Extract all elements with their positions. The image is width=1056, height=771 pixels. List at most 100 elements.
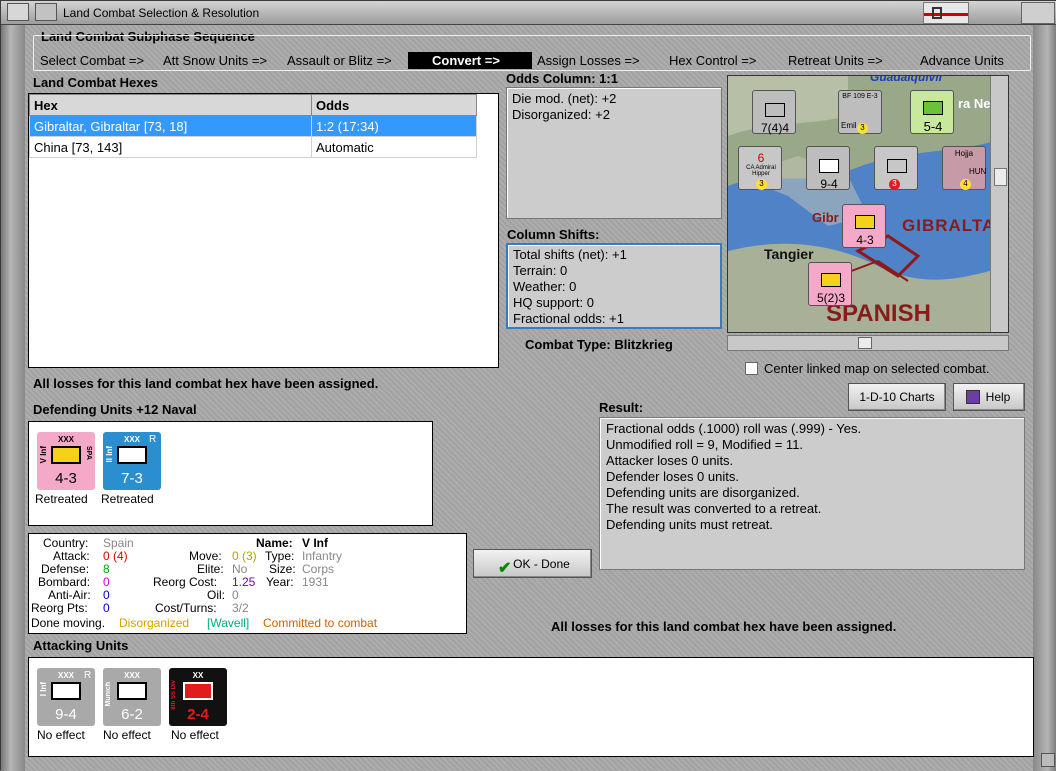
grid-icon[interactable] bbox=[7, 3, 29, 21]
result-line: Attacker loses 0 units. bbox=[606, 453, 734, 468]
col-hex[interactable]: Hex bbox=[29, 94, 312, 116]
shifts-title: Column Shifts: bbox=[507, 227, 600, 242]
sequence-bar: Select Combat => Att Snow Units => Assau… bbox=[33, 35, 1031, 71]
type-value: Infantry bbox=[302, 549, 343, 563]
map-counter-air[interactable]: BF 109 E-3 Emil 3 bbox=[838, 90, 882, 134]
infantry-icon bbox=[117, 446, 147, 464]
hexes-header: Hex Odds bbox=[29, 94, 477, 116]
map-counter[interactable]: 9-4 bbox=[806, 146, 850, 191]
defending-title: Defending Units +12 Naval bbox=[33, 402, 197, 417]
left-frame bbox=[1, 25, 25, 771]
map-counter-selected[interactable]: 4-3 bbox=[842, 204, 886, 248]
center-map-checkbox[interactable] bbox=[745, 362, 758, 375]
elite-value: No bbox=[232, 562, 248, 576]
infantry-icon bbox=[51, 682, 81, 700]
costturns-label: Cost/Turns: bbox=[155, 601, 217, 615]
attack-label: Attack: bbox=[53, 549, 90, 563]
result-title: Result: bbox=[599, 400, 644, 415]
hexes-list: Hex Odds Gibraltar, Gibraltar [73, 18] 1… bbox=[28, 93, 499, 368]
odds-box: Die mod. (net): +2 Disorganized: +2 bbox=[506, 87, 722, 219]
pin-icon[interactable] bbox=[35, 3, 57, 21]
size-value: Corps bbox=[302, 562, 335, 576]
costturns-value: 3/2 bbox=[232, 601, 249, 615]
step-retreat: Retreat Units => bbox=[788, 53, 883, 68]
map-counter[interactable]: 5(2)3 bbox=[808, 262, 852, 306]
map-counter[interactable]: 3 bbox=[874, 146, 918, 190]
shift-line: HQ support: 0 bbox=[513, 295, 594, 310]
shift-line: Fractional odds: +1 bbox=[513, 311, 624, 326]
odds-line: Die mod. (net): +2 bbox=[512, 91, 617, 106]
oil-label: Oil: bbox=[207, 588, 225, 602]
center-map-label: Center linked map on selected combat. bbox=[764, 361, 990, 376]
attacking-title: Attacking Units bbox=[33, 638, 129, 653]
help-button[interactable]: Help bbox=[953, 383, 1025, 411]
hex-row[interactable]: China [73, 143] Automatic bbox=[29, 136, 477, 158]
combat-window: Land Combat Selection & Resolution Land … bbox=[0, 0, 1056, 771]
defender-unit[interactable]: XXX V Inf SPA 4-3 bbox=[37, 432, 95, 490]
map-hscrollbar-track[interactable] bbox=[727, 335, 1009, 351]
map-counter[interactable]: 7(4)4 bbox=[752, 90, 796, 135]
oil-value: 0 bbox=[232, 588, 239, 602]
defender-status: Retreated bbox=[35, 492, 88, 506]
reorgcost-value: 1.25 bbox=[232, 575, 256, 589]
charts-button[interactable]: 1-D-10 Charts bbox=[848, 383, 946, 411]
infantry-icon bbox=[51, 446, 81, 464]
hex-row[interactable]: Gibraltar, Gibraltar [73, 18] 1:2 (17:34… bbox=[29, 115, 477, 137]
map-counter-naval[interactable]: 6 CA Admiral Hipper 3 bbox=[738, 146, 782, 190]
resize-grip-icon[interactable] bbox=[1041, 753, 1055, 767]
reorgpts-label: Reorg Pts: bbox=[31, 601, 88, 615]
german-flag-icon bbox=[923, 2, 969, 24]
map-vscroll-thumb[interactable] bbox=[994, 168, 1007, 186]
defender-status: Retreated bbox=[101, 492, 154, 506]
col-odds[interactable]: Odds bbox=[311, 94, 477, 116]
step-hex-control: Hex Control => bbox=[669, 53, 757, 68]
antiair-value: 0 bbox=[103, 588, 110, 602]
odds-cell: Automatic bbox=[311, 136, 477, 158]
map-counter-air[interactable]: Hojja HUN 4 bbox=[942, 146, 986, 190]
defender-unit[interactable]: XXX II Inf R 7-3 bbox=[103, 432, 161, 490]
status-disorganized: Disorganized bbox=[119, 616, 190, 630]
ok-done-button[interactable]: ✔ OK - Done bbox=[473, 549, 592, 578]
odds-title: Odds Column: 1:1 bbox=[506, 71, 618, 86]
right-frame bbox=[1033, 25, 1056, 771]
result-line: The result was converted to a retreat. bbox=[606, 501, 822, 516]
result-line: Fractional odds (.1000) roll was (.999) … bbox=[606, 421, 862, 436]
status-commander: [Wavell] bbox=[207, 616, 250, 630]
status-done-moving: Done moving. bbox=[31, 616, 106, 630]
help-label: Help bbox=[985, 390, 1011, 404]
hexes-title: Land Combat Hexes bbox=[33, 75, 158, 90]
step-att-snow: Att Snow Units => bbox=[163, 53, 268, 68]
map-counter[interactable]: 5-4 bbox=[910, 90, 954, 134]
reorgcost-label: Reorg Cost: bbox=[153, 575, 218, 589]
elite-label: Elite: bbox=[197, 562, 224, 576]
bombard-label: Bombard: bbox=[38, 575, 91, 589]
result-line: Unmodified roll = 9, Modified = 11. bbox=[606, 437, 804, 452]
result-line: Defender loses 0 units. bbox=[606, 469, 739, 484]
type-label: Type: bbox=[265, 549, 295, 563]
close-icon[interactable] bbox=[1021, 2, 1055, 24]
defending-panel: XXX V Inf SPA 4-3 Retreated XXX II Inf R… bbox=[28, 421, 433, 526]
title-bar[interactable]: Land Combat Selection & Resolution bbox=[1, 1, 1056, 25]
year-value: 1931 bbox=[302, 575, 329, 589]
map-label-gibr: Gibr bbox=[812, 210, 839, 225]
status-committed: Committed to combat bbox=[263, 616, 378, 630]
losses-msg-2: All losses for this land combat hex have… bbox=[551, 619, 897, 634]
attacking-panel: XXX I Inf R 9-4 No effect XXX Munich 6-2… bbox=[28, 657, 1034, 757]
map-vscrollbar[interactable] bbox=[990, 76, 1008, 332]
map-label-guadalquivir: Guadalquivir bbox=[870, 75, 944, 84]
linked-map[interactable]: Gibr GIBRALTAR Tangier SPANISH Guadalqui… bbox=[727, 75, 1009, 333]
attacker-unit[interactable]: XXX I Inf R 9-4 bbox=[37, 668, 95, 726]
shift-line: Terrain: 0 bbox=[513, 263, 568, 278]
move-value: 0 (3) bbox=[232, 549, 257, 563]
attacker-unit[interactable]: XXX Munich 6-2 bbox=[103, 668, 161, 726]
odds-line: Disorganized: +2 bbox=[512, 107, 610, 122]
attacker-unit[interactable]: XX 8th SS Div 2-4 bbox=[169, 668, 227, 726]
result-line: Defending units are disorganized. bbox=[606, 485, 800, 500]
attacker-status: No effect bbox=[37, 728, 85, 742]
hex-cell: China [73, 143] bbox=[29, 136, 312, 158]
odds-cell: 1:2 (17:34) bbox=[311, 115, 477, 137]
move-label: Move: bbox=[189, 549, 222, 563]
map-hscroll-thumb[interactable] bbox=[858, 337, 872, 349]
step-select-combat: Select Combat => bbox=[40, 53, 145, 68]
window-title: Land Combat Selection & Resolution bbox=[63, 6, 260, 20]
